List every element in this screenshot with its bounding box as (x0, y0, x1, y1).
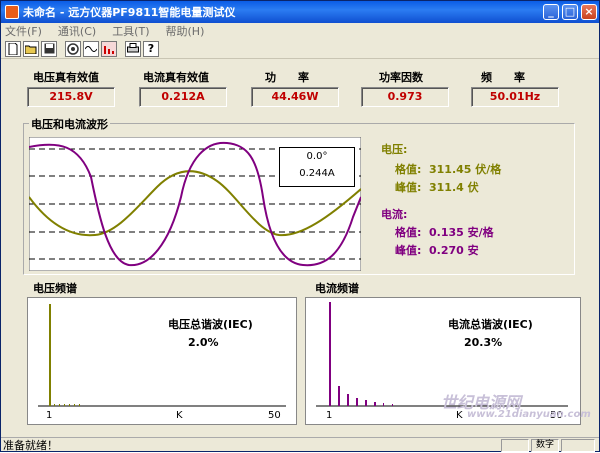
cursor-value: 0.244A (299, 168, 335, 179)
current-thd-value: 20.3% (464, 336, 503, 349)
minimize-button[interactable]: _ (543, 4, 559, 20)
voltage-spectrum-title: 电压频谱 (31, 280, 79, 296)
window-title: 未命名 - 远方仪器PF9811智能电量测试仪 (23, 6, 236, 19)
voltage-peak-label: 峰值: (395, 181, 422, 194)
current-rms-field: 0.135 安/格 (429, 226, 494, 239)
current-heading: 电流: (381, 208, 408, 221)
voltage-axis-start: 1 (46, 410, 53, 421)
current-rms-field-label: 格值: (395, 226, 422, 239)
cursor-readout: 0.0° 0.244A (279, 147, 355, 187)
current-rms-label: 电流真有效值 (143, 71, 209, 84)
open-icon[interactable] (23, 40, 39, 57)
main-window: 未命名 - 远方仪器PF9811智能电量测试仪 _ □ × 文件(F) 通讯(C… (0, 0, 600, 452)
toolbar: ? (1, 39, 599, 59)
waveform-title: 电压和电流波形 (29, 116, 110, 132)
current-rms-value: 0.212A (139, 87, 227, 107)
app-icon (5, 5, 19, 19)
voltage-rms-field-label: 格值: (395, 163, 422, 176)
voltage-spectrum-plot (38, 304, 286, 407)
maximize-button[interactable]: □ (562, 4, 578, 20)
menu-bar: 文件(F) 通讯(C) 工具(T) 帮助(H) (1, 23, 599, 39)
voltage-thd-label: 电压总谐波(IEC) (168, 318, 253, 331)
menu-tools[interactable]: 工具(T) (112, 23, 149, 39)
status-cell-empty (501, 439, 529, 452)
readings-panel: 电压真有效值 电流真有效值 功 率 功率因数 频 率 215.8V 0.212A… (5, 61, 597, 117)
current-peak-field: 0.270 安 (429, 244, 479, 257)
spectrum-icon[interactable] (101, 40, 117, 57)
voltage-heading: 电压: (381, 143, 408, 156)
voltage-spectrum-bar (49, 304, 51, 406)
help-icon[interactable]: ? (143, 40, 159, 57)
voltage-rms-label: 电压真有效值 (33, 71, 99, 84)
title-bar[interactable]: 未命名 - 远方仪器PF9811智能电量测试仪 _ □ × (1, 1, 599, 23)
voltage-axis-end: 50 (268, 410, 281, 421)
connect-icon[interactable] (65, 40, 81, 57)
power-factor-value: 0.973 (361, 87, 449, 107)
status-bar: 准备就绪！ 数字 (1, 437, 599, 452)
status-indicator: 数字 (531, 439, 559, 452)
current-spectrum-title: 电流频谱 (313, 280, 361, 296)
menu-comm[interactable]: 通讯(C) (58, 23, 96, 39)
status-text: 准备就绪！ (3, 439, 58, 452)
voltage-spectrum-panel: 电压总谐波(IEC) 2.0% 1 K 50 (27, 297, 297, 425)
frequency-value: 50.01Hz (471, 87, 559, 107)
frequency-label: 频 率 (481, 71, 525, 84)
power-label: 功 率 (265, 71, 309, 84)
menu-file[interactable]: 文件(F) (5, 23, 42, 39)
wave-icon[interactable] (83, 40, 99, 57)
voltage-axis-mid: K (176, 410, 183, 421)
current-thd-label: 电流总谐波(IEC) (448, 318, 533, 331)
current-peak-label: 峰值: (395, 244, 422, 257)
current-axis-start: 1 (326, 410, 333, 421)
watermark-line2: www.21dianyuan.com (467, 409, 591, 420)
new-icon[interactable] (5, 40, 21, 57)
current-spectrum-bar (329, 302, 331, 406)
save-icon[interactable] (41, 40, 57, 57)
close-button[interactable]: × (581, 4, 597, 20)
power-factor-label: 功率因数 (379, 71, 423, 84)
voltage-peak-field: 311.4 伏 (429, 181, 479, 194)
menu-help[interactable]: 帮助(H) (166, 23, 205, 39)
voltage-thd-value: 2.0% (188, 336, 219, 349)
power-value: 44.46W (251, 87, 339, 107)
voltage-rms-value: 215.8V (27, 87, 115, 107)
status-cell-empty-2 (561, 439, 595, 452)
voltage-rms-field: 311.45 伏/格 (429, 163, 502, 176)
cursor-angle: 0.0° (306, 151, 328, 162)
print-icon[interactable] (125, 40, 141, 57)
